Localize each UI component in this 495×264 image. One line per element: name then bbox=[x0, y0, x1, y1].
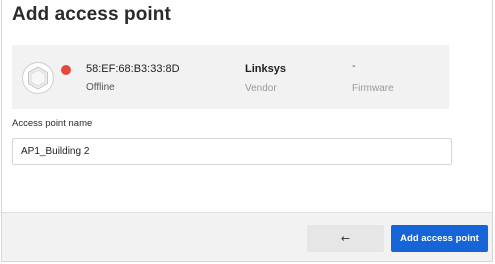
vendor-value: Linksys bbox=[245, 63, 286, 75]
add-access-point-dialog: Add access point 58:EF:68:B3:33:8D Offli… bbox=[1, 0, 493, 262]
status-text: Offline bbox=[86, 82, 115, 93]
access-point-card: 58:EF:68:B3:33:8D Offline Linksys Vendor… bbox=[12, 45, 449, 109]
page-title: Add access point bbox=[12, 4, 171, 25]
back-button[interactable]: ← bbox=[307, 225, 384, 252]
vendor-label: Vendor bbox=[245, 83, 277, 94]
dialog-footer: ← Add access point bbox=[2, 212, 492, 261]
firmware-value: - bbox=[352, 60, 356, 72]
mac-address: 58:EF:68:B3:33:8D bbox=[86, 63, 180, 75]
status-indicator-dot bbox=[61, 65, 71, 75]
access-point-device-icon bbox=[21, 61, 55, 95]
add-access-point-button[interactable]: Add access point bbox=[391, 225, 488, 252]
access-point-name-input[interactable] bbox=[12, 138, 452, 165]
firmware-label: Firmware bbox=[352, 83, 394, 94]
access-point-name-label: Access point name bbox=[12, 118, 93, 129]
